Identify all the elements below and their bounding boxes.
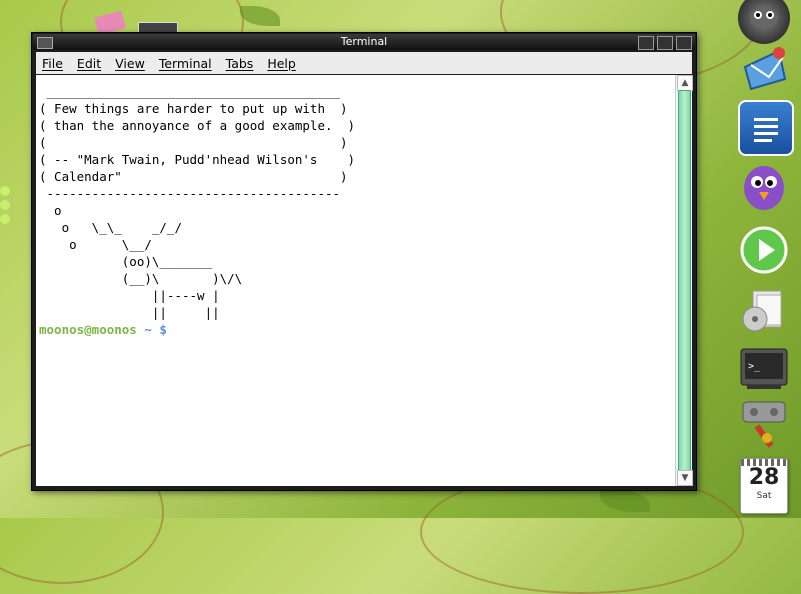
window-menu-button[interactable] [37,37,53,49]
wallpaper-dot [0,214,10,224]
wallpaper-dot [0,186,10,196]
wallpaper-dot [0,200,10,210]
menu-edit[interactable]: Edit [77,56,101,71]
writer-icon[interactable] [738,100,794,156]
wallpaper-leaf [240,6,280,26]
svg-text:>_: >_ [748,361,761,372]
gimp-icon[interactable] [738,0,790,44]
terminal-icon[interactable]: >_ [738,342,790,394]
menu-terminal[interactable]: Terminal [159,56,212,71]
prompt-user: moonos@moonos [39,322,137,337]
maximize-button[interactable] [657,36,673,50]
terminal-window: Terminal File Edit View Terminal Tabs He… [31,32,697,491]
terminal-output: _______________________________________ … [36,75,675,338]
calendar-weekday: Sat [756,491,772,501]
scrollbar[interactable]: ▲ ▼ [675,75,693,486]
cowsay-output: _______________________________________ … [39,84,356,320]
title-bar[interactable]: Terminal [33,34,695,50]
menu-view[interactable]: View [115,56,145,71]
calendar-widget[interactable]: 28 Sat [740,458,788,514]
minimize-button[interactable] [638,36,654,50]
pidgin-icon[interactable] [738,160,790,212]
terminal-area[interactable]: _______________________________________ … [36,75,675,486]
dock: >_ 28 Sat [734,0,796,518]
window-title: Terminal [340,35,388,48]
calendar-day: 28 [748,465,780,490]
prompt-path: ~ $ [136,322,167,337]
media-player-icon[interactable] [738,224,790,276]
scroll-down-button[interactable]: ▼ [677,470,693,486]
menu-file[interactable]: File [42,56,63,71]
menu-help[interactable]: Help [267,56,296,71]
email-icon[interactable] [738,42,790,94]
menu-bar: File Edit View Terminal Tabs Help [36,52,692,74]
scroll-up-button[interactable]: ▲ [677,75,693,91]
menu-tabs[interactable]: Tabs [226,56,254,71]
window-controls [638,36,692,50]
close-button[interactable] [676,36,692,50]
archive-icon[interactable] [738,284,790,336]
scanner-icon[interactable] [738,398,790,450]
scroll-thumb[interactable] [678,90,691,472]
